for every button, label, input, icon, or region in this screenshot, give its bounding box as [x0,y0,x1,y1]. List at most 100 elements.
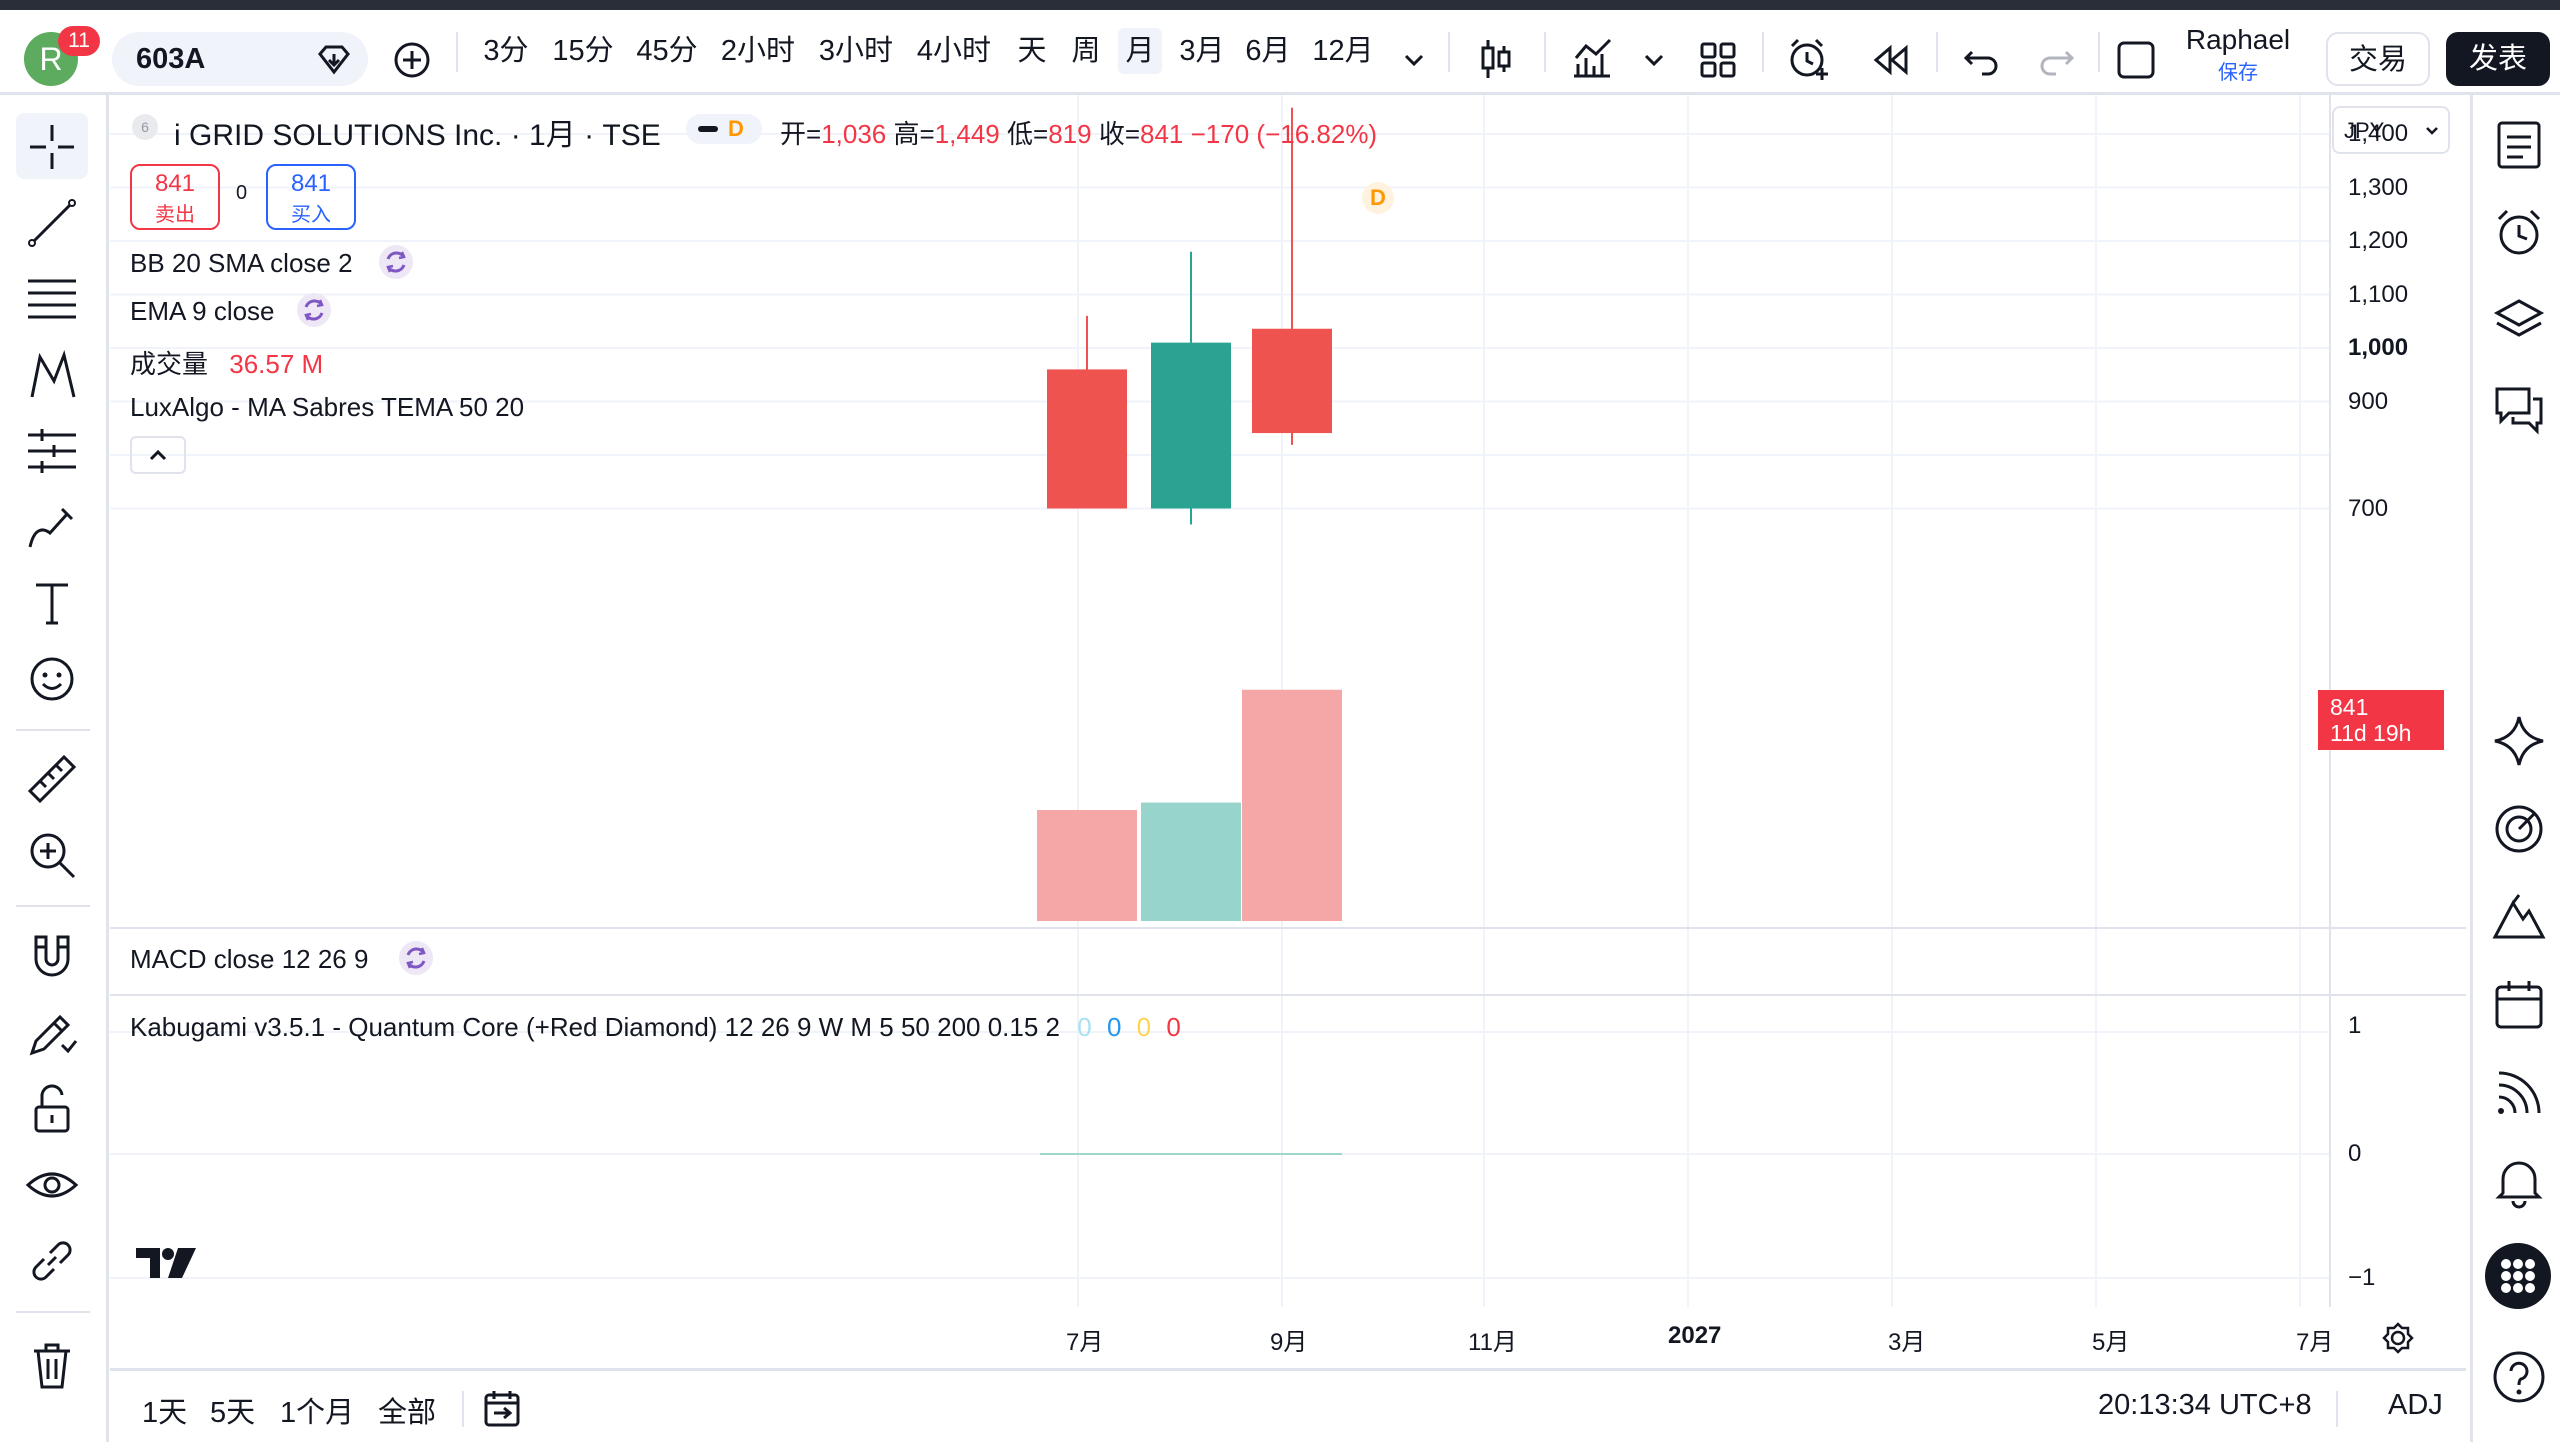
indicator-bb[interactable]: BB 20 SMA close 2 [130,248,353,279]
keep-drawing-icon[interactable] [24,1005,80,1061]
divider [1762,32,1764,72]
notification-badge[interactable]: 11 [58,26,100,56]
tf-3h[interactable]: 3小时 [816,28,896,74]
minus-icon [698,126,718,132]
forecast-icon[interactable] [24,423,80,479]
symbol-title[interactable]: i GRID SOLUTIONS Inc. · 1月 · TSE [174,110,661,154]
bell-icon[interactable] [2491,1153,2547,1209]
tf-4h[interactable]: 4小时 [914,28,994,74]
trend-line-icon[interactable] [24,195,80,251]
tf-12month[interactable]: 12月 [1310,28,1376,74]
sparkle-icon[interactable] [2491,713,2547,769]
add-symbol-icon[interactable] [392,40,432,80]
publish-button[interactable]: 发表 [2446,32,2550,86]
eye-icon[interactable] [24,1157,80,1213]
volume-indicator[interactable]: 成交量 36.57 M [130,344,323,381]
fib-lines-icon[interactable] [24,271,80,327]
watchlist-icon[interactable] [2491,117,2547,173]
high-value: 1,449 [934,119,1000,149]
alert-icon[interactable] [1786,36,1832,82]
replay-icon[interactable] [1870,42,1910,78]
candle-body [1047,369,1127,509]
indicator-macd[interactable]: MACD close 12 26 9 [130,944,368,975]
time-axis-label: 7月 [1066,1329,1104,1356]
range-all[interactable]: 全部 [378,1389,436,1431]
calendar-icon[interactable] [2491,977,2547,1033]
layout-square-icon[interactable] [2116,40,2156,80]
emoji-icon[interactable] [24,651,80,707]
tf-month[interactable]: 月 [1118,28,1162,74]
trash-icon[interactable] [24,1337,80,1393]
tf-15m[interactable]: 15分 [550,28,616,74]
tf-week[interactable]: 周 [1066,28,1106,74]
crosshair-icon[interactable] [24,119,80,175]
kabugami-value-1: 0 [1077,1012,1092,1042]
price-axis-label: 900 [2348,387,2389,415]
change-value: −170 (−16.82%) [1190,119,1378,149]
chevron-down-icon[interactable] [1402,50,1426,70]
user-name[interactable]: Raphael [2178,24,2298,56]
window-top-strip [0,0,2560,10]
sell-button[interactable]: 841 卖出 [130,164,220,230]
tf-2h[interactable]: 2小时 [718,28,798,74]
collapse-legend-button[interactable] [130,436,186,474]
save-label[interactable]: 保存 [2178,56,2298,85]
chevron-down-icon[interactable] [1642,50,1666,70]
zoom-in-icon[interactable] [24,827,80,883]
news-feed-icon[interactable] [2491,1065,2547,1121]
trade-button[interactable]: 交易 [2326,32,2430,86]
tf-3m[interactable]: 3分 [480,28,532,74]
bar-countdown: 11d 19h [2330,720,2412,746]
range-1m[interactable]: 1个月 [280,1389,354,1431]
undo-icon[interactable] [1962,42,2002,78]
symbol-text[interactable]: 603A [136,32,205,86]
candles-icon[interactable] [1476,36,1516,82]
open-label: 开= [780,119,822,149]
buy-button[interactable]: 841 买入 [266,164,356,230]
chevron-down-icon [2426,127,2438,135]
settings-gear-icon[interactable] [2380,1320,2416,1356]
link-icon[interactable] [24,1233,80,1289]
indicator-ema[interactable]: EMA 9 close [130,296,275,327]
volume-bar [1242,689,1342,921]
layers-icon[interactable] [2491,293,2547,349]
magnet-icon[interactable] [24,929,80,985]
range-5d[interactable]: 5天 [210,1389,255,1431]
text-icon[interactable] [24,575,80,631]
chat-icon[interactable] [2491,381,2547,437]
unlock-icon[interactable] [24,1081,80,1137]
ideas-icon[interactable] [2491,889,2547,945]
ruler-icon[interactable] [24,751,80,807]
brush-icon[interactable] [24,499,80,555]
help-icon[interactable] [2491,1349,2547,1405]
range-1d[interactable]: 1天 [142,1389,187,1431]
tradingview-logo[interactable] [134,1246,198,1280]
indicator-kabugami[interactable]: Kabugami v3.5.1 - Quantum Core (+Red Dia… [130,1012,1181,1043]
chart-canvas[interactable] [110,95,2466,1368]
layout-icon[interactable] [1698,40,1738,80]
apps-button[interactable] [2485,1243,2551,1309]
diamond-icon[interactable] [314,44,354,76]
close-label: 收= [1098,119,1140,149]
tf-6month[interactable]: 6月 [1242,28,1294,74]
status-pill[interactable]: D [686,114,762,144]
alarm-clock-icon[interactable] [2491,205,2547,261]
buy-label: 买入 [291,204,331,226]
goto-date-icon[interactable] [482,1389,522,1429]
divider [456,32,458,72]
indicator-luxalgo[interactable]: LuxAlgo - MA Sabres TEMA 50 20 [130,392,524,423]
volume-bar [1037,810,1137,921]
volume-label: 成交量 [130,349,209,379]
tf-day[interactable]: 天 [1012,28,1052,74]
grid-dots-icon [2501,1259,2535,1293]
target-icon[interactable] [2491,801,2547,857]
adj-toggle[interactable]: ADJ [2388,1389,2443,1422]
indicators-icon[interactable] [1570,36,1614,80]
tf-45m[interactable]: 45分 [634,28,700,74]
pattern-icon[interactable] [24,347,80,403]
tf-3month[interactable]: 3月 [1176,28,1228,74]
sub-axis-label: 1 [2348,1012,2362,1039]
dividend-marker[interactable]: D [1362,182,1394,214]
grid-lines [110,95,2330,1307]
clock-timezone[interactable]: 20:13:34 UTC+8 [2098,1389,2312,1422]
